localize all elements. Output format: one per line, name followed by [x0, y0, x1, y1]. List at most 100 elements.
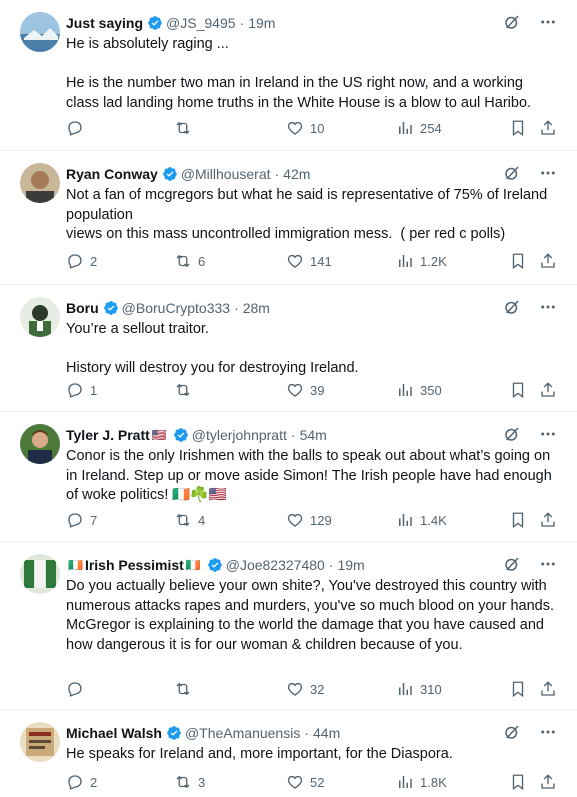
like-button[interactable]: 129 — [286, 511, 332, 529]
display-name[interactable]: Ryan Conway — [66, 166, 158, 182]
tweet[interactable]: Michael Walsh @TheAmanuensis · 44m He sp… — [0, 710, 577, 797]
bookmark-button[interactable] — [509, 773, 527, 791]
views-button[interactable]: 1.2K — [396, 252, 447, 270]
avatar[interactable] — [20, 424, 60, 464]
action-bar: 2 6 141 1.2K — [66, 251, 557, 271]
view-count: 310 — [420, 681, 442, 697]
grok-icon[interactable] — [503, 723, 521, 741]
reply-button[interactable]: 2 — [66, 773, 97, 791]
retweet-icon — [174, 252, 192, 270]
retweet-button[interactable] — [174, 381, 198, 399]
display-name[interactable]: Tyler J. Pratt — [66, 427, 150, 443]
like-button[interactable]: 32 — [286, 680, 324, 698]
share-button[interactable] — [539, 680, 557, 698]
reply-icon — [66, 119, 84, 137]
tweet-text: You’re a sellout traitor. History will d… — [66, 321, 359, 376]
reply-count: 2 — [90, 774, 98, 790]
reply-button[interactable] — [66, 680, 90, 698]
grok-icon[interactable] — [503, 13, 521, 31]
bookmark-button[interactable] — [509, 511, 527, 529]
avatar[interactable] — [20, 163, 60, 203]
handle[interactable]: @JS_9495 — [166, 15, 235, 31]
tweet-header: Ryan Conway @Millhouserat · 42m — [66, 164, 557, 184]
more-icon[interactable] — [539, 164, 557, 182]
more-icon[interactable] — [539, 425, 557, 443]
tweet[interactable]: 🇮🇪 Irish Pessimist 🇮🇪 @Joe82327480 · 19m… — [0, 542, 577, 710]
handle[interactable]: @Millhouserat — [181, 166, 271, 182]
views-button[interactable]: 350 — [396, 381, 442, 399]
action-bar: 7 4 129 1.4K — [66, 510, 557, 530]
bookmark-icon — [509, 119, 527, 137]
more-icon[interactable] — [539, 13, 557, 31]
more-icon[interactable] — [539, 298, 557, 316]
like-count: 39 — [310, 382, 325, 398]
share-icon — [539, 381, 557, 399]
reply-button[interactable]: 1 — [66, 381, 97, 399]
display-name[interactable]: Irish Pessimist — [85, 557, 184, 573]
grok-icon[interactable] — [503, 555, 521, 573]
handle[interactable]: @TheAmanuensis — [185, 725, 300, 741]
reply-button[interactable]: 7 — [66, 511, 97, 529]
views-icon — [396, 119, 414, 137]
like-button[interactable]: 39 — [286, 381, 324, 399]
handle[interactable]: @Joe82327480 — [226, 557, 325, 573]
handle[interactable]: @tylerjohnpratt — [192, 427, 287, 443]
timestamp[interactable]: 19m — [337, 557, 364, 573]
grok-icon[interactable] — [503, 425, 521, 443]
more-icon[interactable] — [539, 555, 557, 573]
retweet-icon — [174, 773, 192, 791]
timestamp[interactable]: 54m — [300, 427, 327, 443]
views-button[interactable]: 254 — [396, 119, 442, 137]
views-button[interactable]: 1.8K — [396, 773, 447, 791]
timestamp[interactable]: 28m — [243, 300, 270, 316]
bookmark-button[interactable] — [509, 680, 527, 698]
retweet-button[interactable]: 3 — [174, 773, 205, 791]
tweet-text: He speaks for Ireland and, more importan… — [66, 746, 453, 762]
timestamp[interactable]: 42m — [283, 166, 310, 182]
share-button[interactable] — [539, 252, 557, 270]
timestamp[interactable]: 44m — [313, 725, 340, 741]
tweet-text: Do you actually believe your own shite?,… — [66, 578, 554, 653]
avatar[interactable] — [20, 12, 60, 52]
retweet-button[interactable] — [174, 680, 198, 698]
verified-badge-icon — [162, 166, 178, 182]
avatar[interactable] — [20, 554, 60, 594]
share-button[interactable] — [539, 511, 557, 529]
more-icon[interactable] — [539, 723, 557, 741]
reply-button[interactable] — [66, 119, 90, 137]
tweet[interactable]: Ryan Conway @Millhouserat · 42m Not a fa… — [0, 151, 577, 285]
grok-icon[interactable] — [503, 298, 521, 316]
share-icon — [539, 119, 557, 137]
views-button[interactable]: 310 — [396, 680, 442, 698]
like-count: 32 — [310, 681, 325, 697]
display-name[interactable]: Boru — [66, 300, 99, 316]
display-name[interactable]: Michael Walsh — [66, 725, 162, 741]
retweet-button[interactable] — [174, 119, 198, 137]
tweet[interactable]: Just saying @JS_9495 · 19m He is absolut… — [0, 0, 577, 151]
display-name[interactable]: Just saying — [66, 15, 143, 31]
verified-badge-icon — [173, 427, 189, 443]
tweet[interactable]: Boru @BoruCrypto333 · 28m You’re a sello… — [0, 285, 577, 412]
avatar[interactable] — [20, 297, 60, 337]
reply-icon — [66, 773, 84, 791]
retweet-count: 3 — [198, 774, 206, 790]
like-button[interactable]: 141 — [286, 252, 332, 270]
views-button[interactable]: 1.4K — [396, 511, 447, 529]
share-button[interactable] — [539, 381, 557, 399]
retweet-button[interactable]: 6 — [174, 252, 205, 270]
retweet-button[interactable]: 4 — [174, 511, 205, 529]
bookmark-button[interactable] — [509, 252, 527, 270]
reply-button[interactable]: 2 — [66, 252, 97, 270]
handle[interactable]: @BoruCrypto333 — [122, 300, 230, 316]
avatar[interactable] — [20, 722, 60, 762]
share-button[interactable] — [539, 119, 557, 137]
like-button[interactable]: 52 — [286, 773, 324, 791]
like-button[interactable]: 10 — [286, 119, 324, 137]
grok-icon[interactable] — [503, 164, 521, 182]
tweet[interactable]: Tyler J. Pratt 🇺🇸 @tylerjohnpratt · 54m … — [0, 412, 577, 542]
bookmark-icon — [509, 511, 527, 529]
share-button[interactable] — [539, 773, 557, 791]
bookmark-button[interactable] — [509, 119, 527, 137]
timestamp[interactable]: 19m — [248, 15, 275, 31]
bookmark-button[interactable] — [509, 381, 527, 399]
